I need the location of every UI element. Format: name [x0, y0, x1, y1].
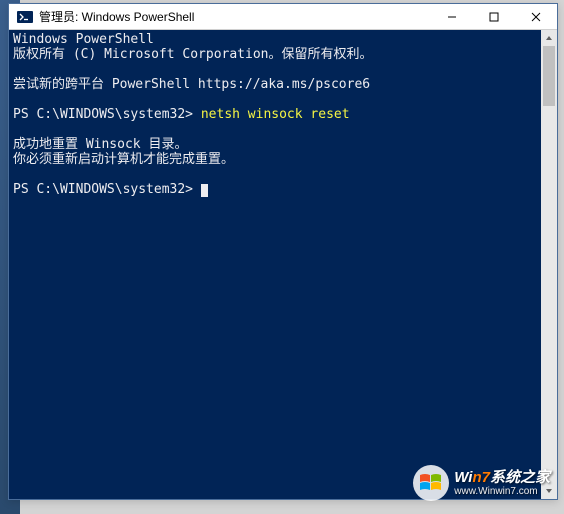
powershell-icon — [17, 9, 33, 25]
ps-prompt-2: PS C:\WINDOWS\system32> — [13, 182, 201, 197]
terminal-area: Windows PowerShell 版权所有 (C) Microsoft Co… — [9, 30, 557, 499]
maximize-button[interactable] — [473, 4, 515, 30]
ps-prompt-1: PS C:\WINDOWS\system32> — [13, 107, 201, 122]
ps-result-line1: 成功地重置 Winsock 目录。 — [13, 137, 187, 152]
scroll-thumb[interactable] — [543, 46, 555, 106]
ps-copyright-line: 版权所有 (C) Microsoft Corporation。保留所有权利。 — [13, 47, 373, 62]
ps-command-entered: netsh winsock reset — [201, 107, 350, 122]
window-title: 管理员: Windows PowerShell — [39, 8, 431, 25]
scroll-track[interactable] — [541, 46, 557, 483]
cursor — [201, 184, 208, 197]
titlebar[interactable]: 管理员: Windows PowerShell — [9, 4, 557, 30]
terminal-output[interactable]: Windows PowerShell 版权所有 (C) Microsoft Co… — [9, 30, 541, 499]
minimize-button[interactable] — [431, 4, 473, 30]
window-controls — [431, 4, 557, 29]
scroll-down-button[interactable] — [541, 483, 557, 499]
ps-result-line2: 你必须重新启动计算机才能完成重置。 — [13, 152, 234, 167]
ps-crossplatform-line: 尝试新的跨平台 PowerShell https://aka.ms/pscore… — [13, 77, 370, 92]
scroll-up-button[interactable] — [541, 30, 557, 46]
close-button[interactable] — [515, 4, 557, 30]
powershell-window: 管理员: Windows PowerShell Windows PowerShe… — [8, 3, 558, 500]
ps-header-line: Windows PowerShell — [13, 32, 154, 47]
vertical-scrollbar[interactable] — [541, 30, 557, 499]
